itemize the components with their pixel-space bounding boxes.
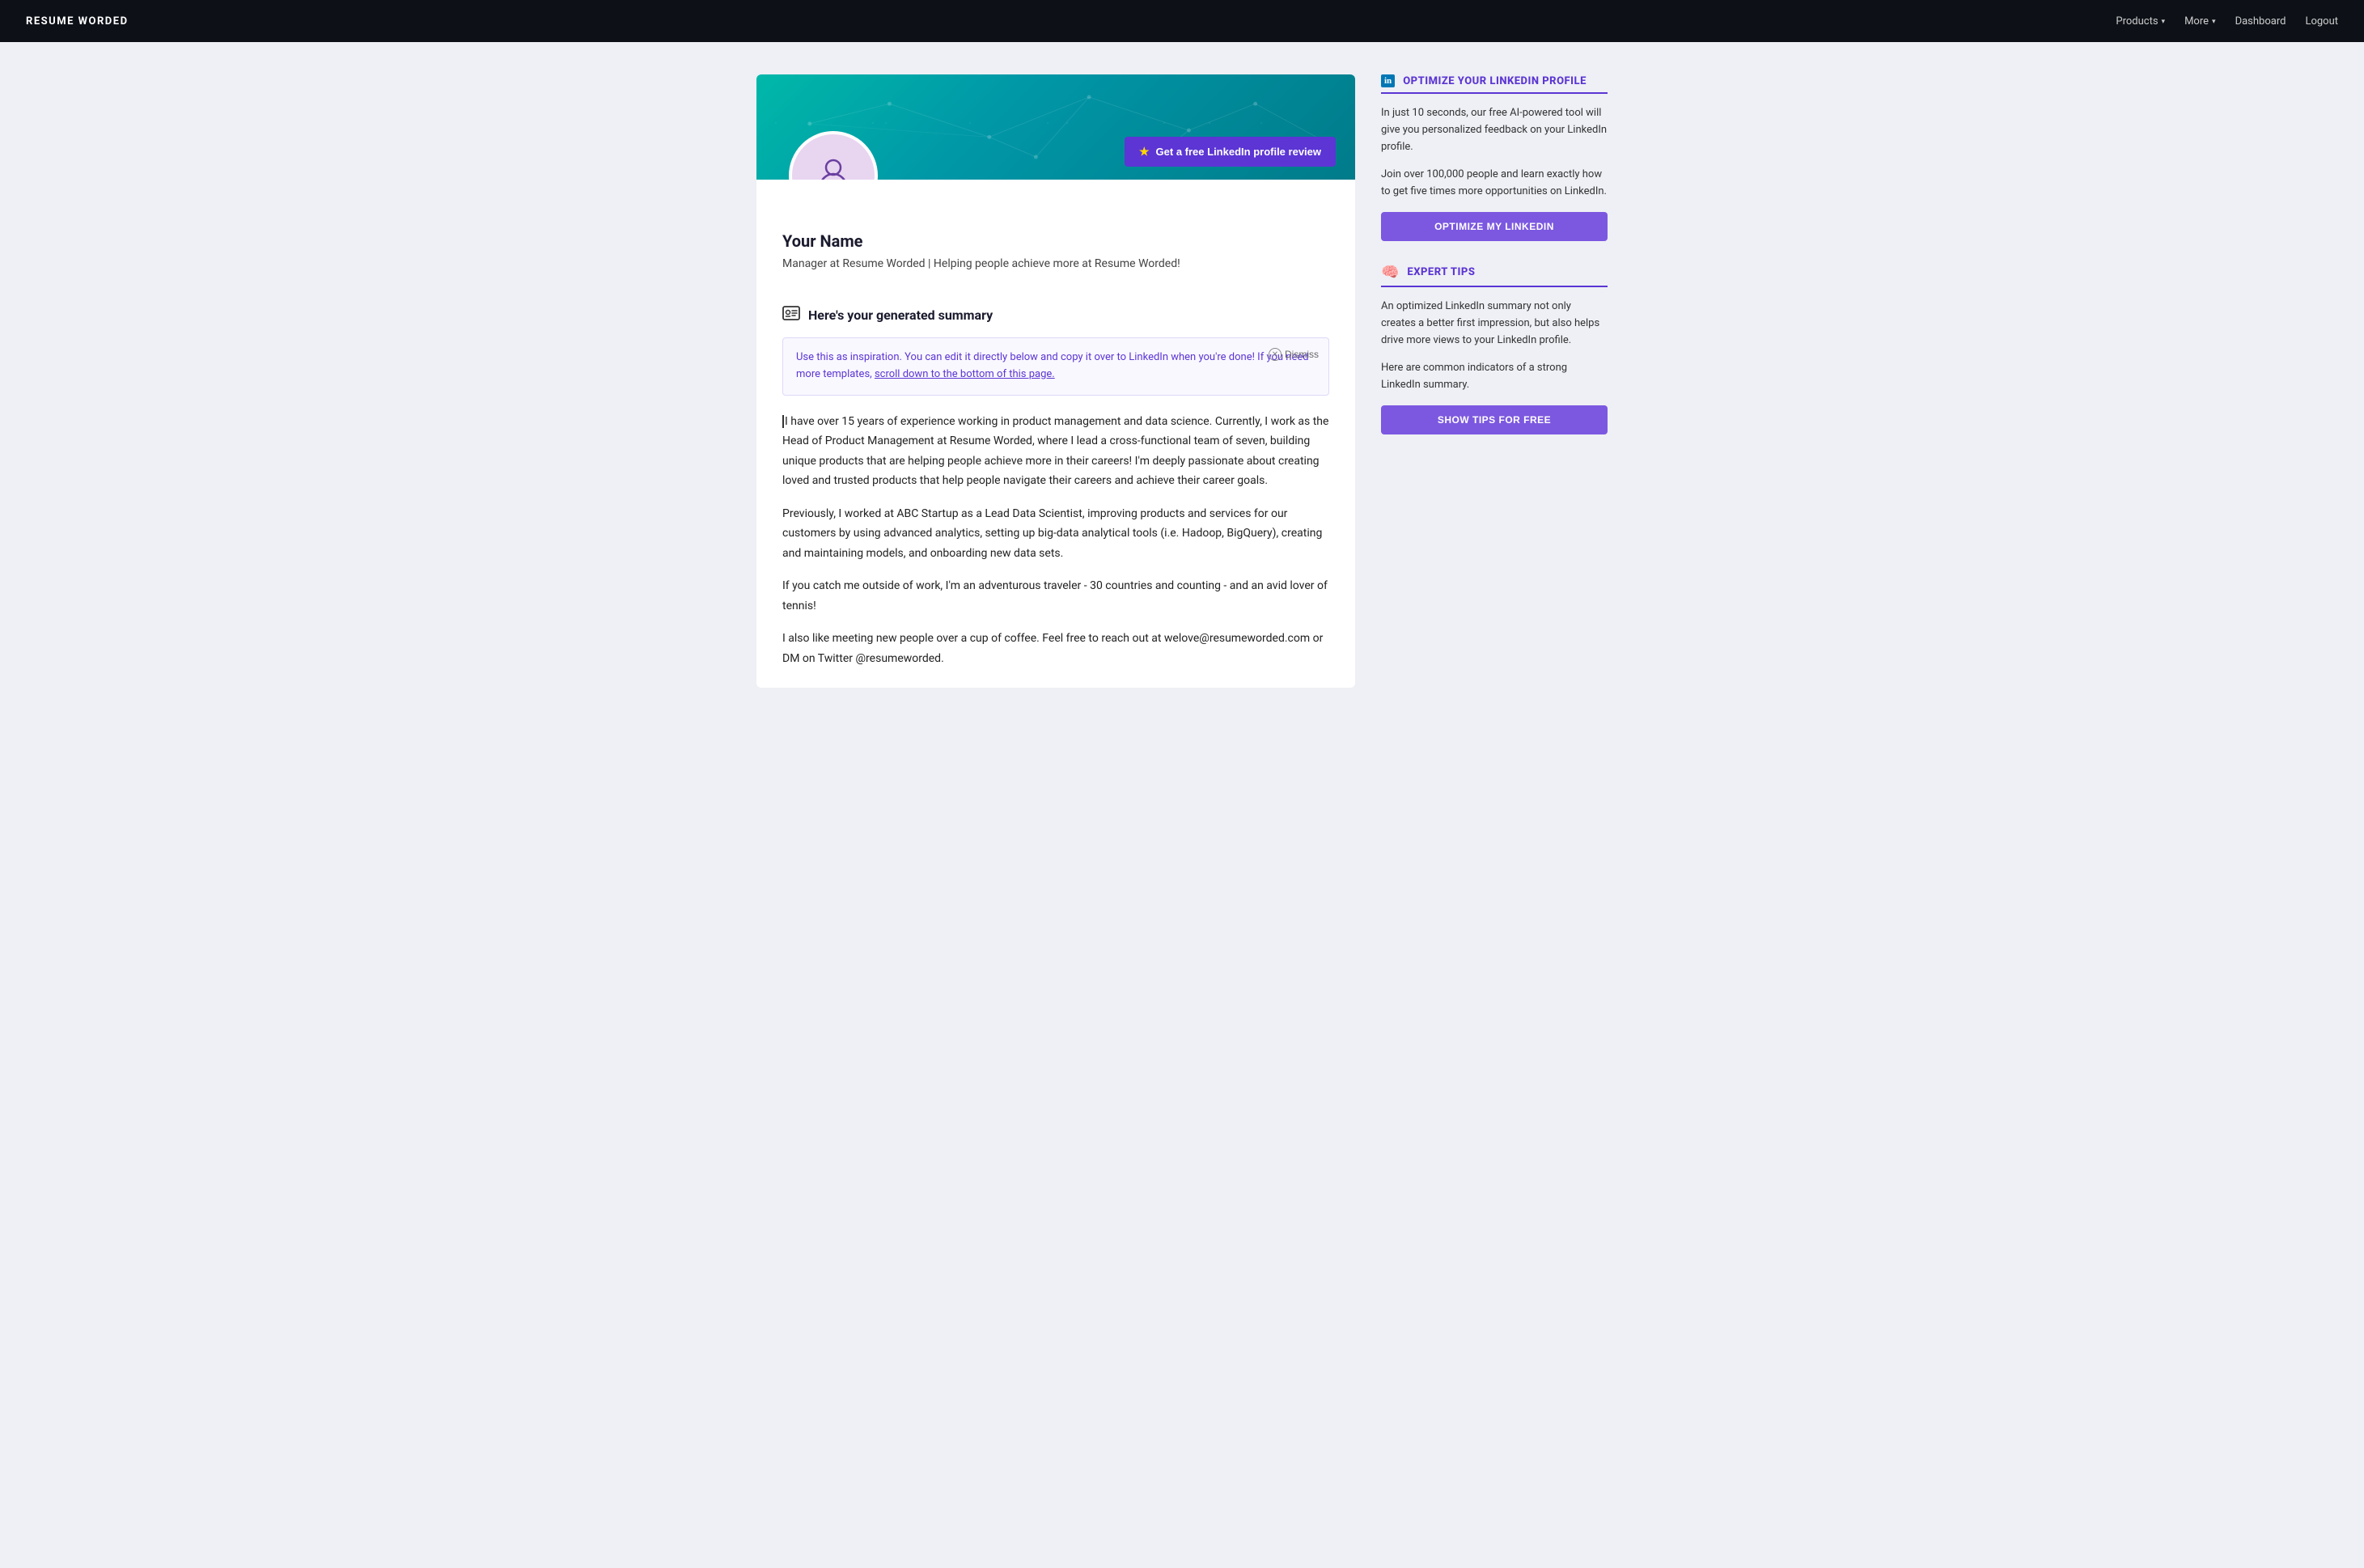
profile-avatar-container: [789, 131, 878, 180]
summary-paragraph-4: I also like meeting new people over a cu…: [782, 629, 1329, 668]
profile-banner: ★ Get a free LinkedIn profile review: [756, 74, 1355, 180]
optimize-linkedin-button[interactable]: OPTIMIZE MY LINKEDIN: [1381, 212, 1608, 241]
avatar: [789, 131, 878, 180]
dismiss-icon: ✕: [1269, 348, 1282, 361]
linkedin-card-text-1: In just 10 seconds, our free AI-powered …: [1381, 105, 1608, 155]
nav-dashboard[interactable]: Dashboard: [2235, 15, 2286, 28]
more-chevron-icon: ▾: [2212, 18, 2216, 26]
sidebar: in OPTIMIZE YOUR LINKEDIN PROFILE In jus…: [1381, 74, 1608, 434]
expert-card-title: EXPERT TIPS: [1407, 266, 1475, 278]
nav-products[interactable]: Products ▾: [2116, 15, 2165, 28]
nav-logout[interactable]: Logout: [2305, 15, 2338, 28]
expert-card-text-2: Here are common indicators of a strong L…: [1381, 360, 1608, 394]
linkedin-card-text-2: Join over 100,000 people and learn exact…: [1381, 167, 1608, 201]
generated-text[interactable]: I have over 15 years of experience worki…: [782, 412, 1329, 669]
profile-info: Your Name Manager at Resume Worded | Hel…: [756, 180, 1355, 286]
scroll-link[interactable]: scroll down to the bottom of this page.: [875, 368, 1055, 380]
navigation: RESUME WORDED Products ▾ More ▾ Dashboar…: [0, 0, 2364, 42]
brain-icon: 🧠: [1381, 264, 1399, 281]
text-cursor: [782, 415, 784, 428]
dismiss-button[interactable]: ✕ Dismiss: [1269, 348, 1319, 361]
summary-heading: Here's your generated summary: [782, 306, 1329, 324]
user-icon: [814, 153, 853, 180]
nav-more[interactable]: More ▾: [2184, 15, 2215, 28]
profile-name: Your Name: [782, 231, 1329, 251]
linkedin-card-header: in OPTIMIZE YOUR LINKEDIN PROFILE: [1381, 74, 1608, 87]
star-icon: ★: [1139, 145, 1150, 159]
linkedin-optimize-card: in OPTIMIZE YOUR LINKEDIN PROFILE In jus…: [1381, 74, 1608, 241]
info-box: Use this as inspiration. You can edit it…: [782, 337, 1329, 396]
summary-section: Here's your generated summary Use this a…: [756, 286, 1355, 688]
nav-links: Products ▾ More ▾ Dashboard Logout: [2116, 15, 2338, 28]
summary-paragraph-1: I have over 15 years of experience worki…: [782, 412, 1329, 491]
expert-card-text-1: An optimized LinkedIn summary not only c…: [1381, 299, 1608, 349]
linkedin-icon: in: [1381, 74, 1395, 87]
id-card-icon: [782, 306, 800, 324]
summary-paragraph-3: If you catch me outside of work, I'm an …: [782, 576, 1329, 616]
linkedin-card-title: OPTIMIZE YOUR LINKEDIN PROFILE: [1403, 75, 1587, 87]
linkedin-review-button[interactable]: ★ Get a free LinkedIn profile review: [1125, 137, 1336, 167]
show-tips-button[interactable]: SHOW TIPS FOR FREE: [1381, 405, 1608, 434]
profile-title: Manager at Resume Worded | Helping peopl…: [782, 257, 1329, 270]
main-content: ★ Get a free LinkedIn profile review You…: [756, 74, 1355, 688]
summary-paragraph-2: Previously, I worked at ABC Startup as a…: [782, 504, 1329, 564]
expert-card-header: 🧠 EXPERT TIPS: [1381, 264, 1608, 281]
linkedin-divider: [1381, 92, 1608, 94]
site-logo: RESUME WORDED: [26, 15, 129, 28]
summary-heading-text: Here's your generated summary: [808, 307, 993, 323]
page-wrapper: ★ Get a free LinkedIn profile review You…: [737, 42, 1627, 720]
products-chevron-icon: ▾: [2162, 18, 2166, 26]
expert-tips-card: 🧠 EXPERT TIPS An optimized LinkedIn summ…: [1381, 264, 1608, 434]
info-box-text: Use this as inspiration. You can edit it…: [796, 350, 1315, 384]
expert-divider: [1381, 286, 1608, 287]
